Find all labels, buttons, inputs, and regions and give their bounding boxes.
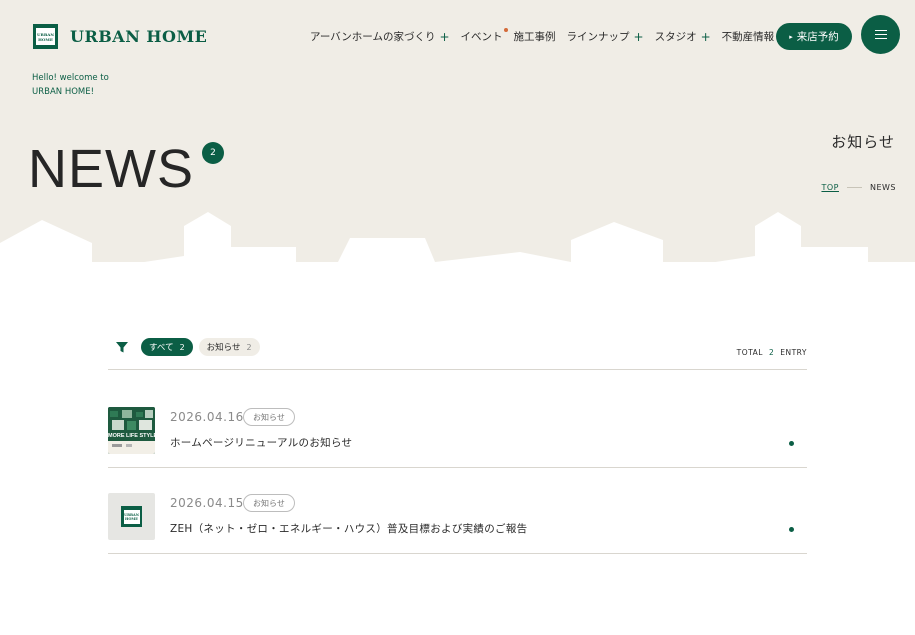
page-title: NEWS <box>28 139 194 199</box>
hamburger-menu-button[interactable] <box>861 15 900 54</box>
filter-chip-all[interactable]: すべて 2 <box>141 338 193 356</box>
news-title: ZEH（ネット・ゼロ・エネルギー・ハウス）普及目標および実績のご報告 <box>170 523 528 535</box>
breadcrumb: TOP NEWS <box>821 183 896 192</box>
logo-text: URBAN HOME <box>70 27 208 46</box>
list-bottom-divider <box>108 553 807 554</box>
news-item-dot <box>789 527 794 532</box>
welcome-line1: Hello! welcome to <box>32 73 109 83</box>
plus-icon: + <box>700 29 711 44</box>
filter-chip-news[interactable]: お知らせ 2 <box>198 338 260 356</box>
total-entries: TOTAL 2 ENTRY <box>737 348 807 357</box>
filter-chip-label: すべて <box>149 343 174 353</box>
logo-mark-line2: HOME <box>38 36 53 42</box>
news-count-badge: 2 <box>202 142 224 164</box>
news-thumbnail: MORE LIFE STYLE <box>108 407 155 454</box>
plus-icon: + <box>439 29 450 44</box>
page-subtitle: お知らせ <box>831 133 895 151</box>
total-count: 2 <box>768 348 775 357</box>
nav-item-label: ラインナップ <box>566 31 630 43</box>
nav-item-event[interactable]: イベント <box>460 28 508 44</box>
filter-icon <box>116 342 128 353</box>
list-top-divider <box>108 369 807 370</box>
logo-mark-icon: URBAN HOME <box>33 24 58 49</box>
hamburger-icon-line <box>874 34 887 35</box>
news-thumbnail-image <box>108 407 155 454</box>
nav-item-house-building[interactable]: アーバンホームの家づくり + <box>310 29 450 44</box>
news-thumbnail-caption: MORE LIFE STYLE <box>108 433 155 439</box>
breadcrumb-current: NEWS <box>869 183 896 192</box>
nav-item-lineup[interactable]: ラインナップ + <box>567 29 644 44</box>
welcome-message: Hello! welcome to URBAN HOME! <box>32 71 109 99</box>
plus-icon: + <box>633 29 644 44</box>
logo-mark-icon: URBAN HOME <box>121 506 142 527</box>
list-divider <box>108 467 807 468</box>
nav-item-label: スタジオ <box>654 31 697 43</box>
nav-item-label: アーバンホームの家づくり <box>310 31 436 43</box>
nav-item-label: 施工事例 <box>513 31 556 43</box>
new-indicator-dot <box>503 28 508 32</box>
filter-chip-count: 2 <box>179 342 185 352</box>
breadcrumb-separator <box>846 187 862 188</box>
filter-chip-label: お知らせ <box>206 343 241 353</box>
news-date: 2026.04.15 <box>170 496 244 510</box>
reservation-button-label: 来店予約 <box>796 31 839 43</box>
nav-item-works[interactable]: 施工事例 <box>514 29 556 44</box>
news-list-item[interactable]: MORE LIFE STYLE 2026.04.16 お知らせ ホームページリニ… <box>108 396 807 482</box>
entry-label: ENTRY <box>780 348 807 357</box>
reservation-button[interactable]: ▸ 来店予約 <box>776 23 852 50</box>
page: URBAN HOME URBAN HOME アーバンホームの家づくり + イベン… <box>0 0 915 635</box>
filter-chip-count: 2 <box>246 342 252 352</box>
news-thumbnail: URBAN HOME <box>108 493 155 540</box>
news-category-tag: お知らせ <box>243 494 295 512</box>
site-logo[interactable]: URBAN HOME URBAN HOME <box>33 24 207 49</box>
play-arrow-icon: ▸ <box>789 32 793 41</box>
news-date: 2026.04.16 <box>170 410 244 424</box>
news-title: ホームページリニューアルのお知らせ <box>170 437 353 449</box>
news-item-dot <box>789 441 794 446</box>
nav-item-studio[interactable]: スタジオ + <box>655 29 711 44</box>
total-label: TOTAL <box>736 348 763 357</box>
breadcrumb-top-link[interactable]: TOP <box>821 183 839 192</box>
hamburger-icon-line <box>874 30 887 31</box>
news-category-tag: お知らせ <box>243 408 295 426</box>
nav-item-label: 不動産情報 <box>721 31 775 43</box>
global-nav: アーバンホームの家づくり + イベント 施工事例 ラインナップ + スタジオ +… <box>310 28 799 44</box>
hamburger-icon-line <box>874 38 887 39</box>
welcome-line2: URBAN HOME! <box>32 87 95 97</box>
thumb-logo-line2: HOME <box>125 516 138 521</box>
nav-item-label: イベント <box>460 31 503 43</box>
category-filters: すべて 2 お知らせ 2 <box>115 338 260 356</box>
news-list-item[interactable]: URBAN HOME 2026.04.15 お知らせ ZEH（ネット・ゼロ・エネ… <box>108 482 807 568</box>
